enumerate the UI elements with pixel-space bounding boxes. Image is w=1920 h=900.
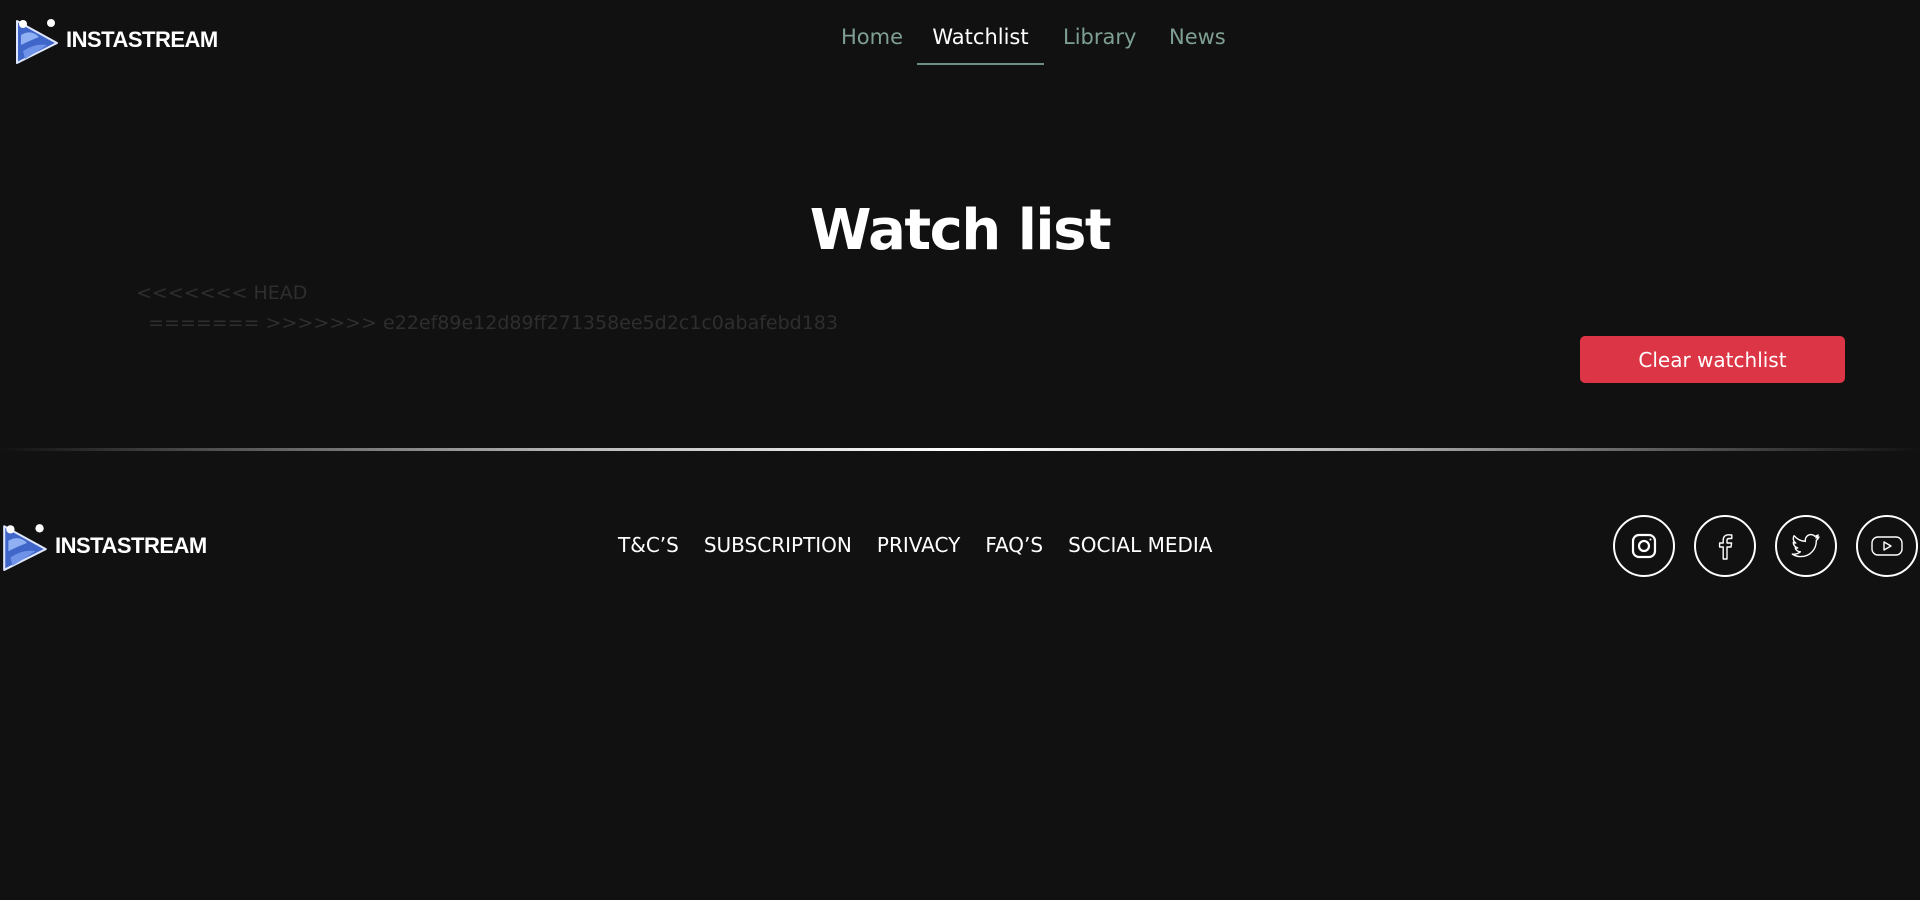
main-nav: Home Watchlist Library News [0, 0, 1920, 66]
twitter-button[interactable] [1775, 515, 1837, 577]
footer-link-privacy[interactable]: PRIVACY [877, 533, 960, 557]
nav-home[interactable]: Home [841, 25, 903, 65]
conflict-line-head: <<<<<<< HEAD [136, 282, 308, 304]
social-icons [1613, 515, 1918, 577]
footer-brand-logo-link[interactable]: INSTASTREAM [0, 520, 207, 572]
nav-news[interactable]: News [1169, 25, 1226, 65]
youtube-button[interactable] [1856, 515, 1918, 577]
top-header: INSTASTREAM Home Watchlist Library News [0, 0, 1920, 78]
play-logo-icon [3, 524, 47, 571]
nav-watchlist[interactable]: Watchlist [917, 25, 1044, 65]
youtube-icon [1871, 536, 1903, 556]
footer-divider [0, 448, 1920, 451]
footer-link-subscription[interactable]: SUBSCRIPTION [704, 533, 852, 557]
footer-links: T&C’S SUBSCRIPTION PRIVACY FAQ’S SOCIAL … [618, 533, 1212, 557]
twitter-icon [1791, 533, 1820, 558]
page-title: Watch list [809, 198, 1112, 263]
footer-brand-name: INSTASTREAM [55, 533, 207, 558]
nav-library[interactable]: Library [1063, 25, 1136, 65]
footer-link-faqs[interactable]: FAQ’S [985, 533, 1043, 557]
merge-conflict-text: <<<<<<< HEAD ======= >>>>>>> e22ef89e12d… [136, 278, 838, 338]
facebook-button[interactable] [1694, 515, 1756, 577]
clear-watchlist-button[interactable]: Clear watchlist [1580, 336, 1845, 383]
instagram-icon [1631, 533, 1657, 559]
footer-link-terms[interactable]: T&C’S [618, 533, 679, 557]
conflict-line-marker: ======= >>>>>>> e22ef89e12d89ff271358ee5… [136, 312, 838, 334]
instagram-button[interactable] [1613, 515, 1675, 577]
facebook-icon [1718, 534, 1733, 560]
footer-link-social-media[interactable]: SOCIAL MEDIA [1068, 533, 1212, 557]
